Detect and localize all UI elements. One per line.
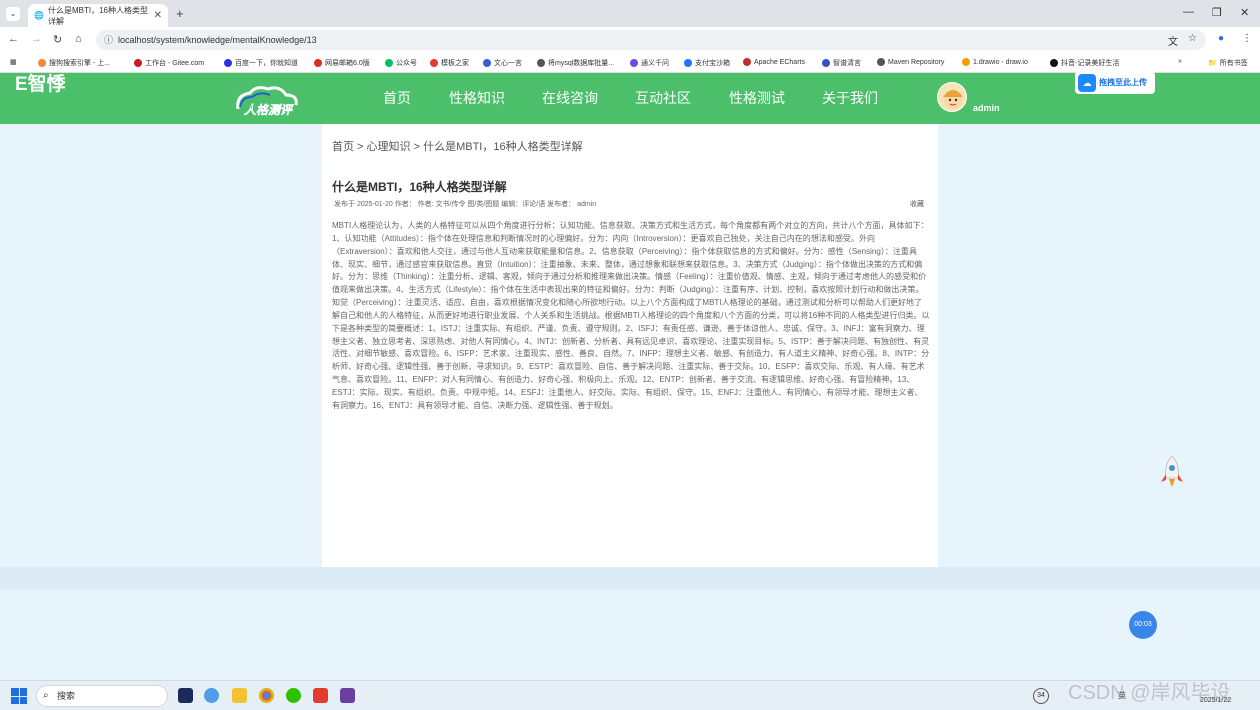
watermark: CSDN @岸风毕设: [1068, 682, 1231, 704]
bookmark-item[interactable]: 搜狗搜索引擎 - 上...: [38, 58, 110, 68]
file-explorer-icon[interactable]: [232, 688, 247, 703]
close-window-icon[interactable]: ✕: [1240, 6, 1249, 19]
edge-icon[interactable]: [204, 688, 219, 703]
search-icon: ⌕: [43, 690, 49, 701]
back-icon[interactable]: ←: [8, 33, 19, 45]
bookmark-item[interactable]: Apache ECharts: [743, 58, 805, 66]
address-toolbar: ← → ↻ ⌂ ⓘ localhost/system/knowledge/men…: [0, 27, 1260, 53]
timer-badge[interactable]: 00:03: [1129, 611, 1157, 639]
bookmark-item[interactable]: 智谱清言: [822, 58, 861, 68]
nav-home[interactable]: 首页: [383, 88, 411, 108]
browser-tab-bar: ⌄ 🌐 什么是MBTI，16种人格类型详解 ✕ + — ❐ ✕: [0, 0, 1260, 27]
bookmark-item[interactable]: 百度一下，你就知道: [224, 58, 298, 68]
home-icon[interactable]: ⌂: [75, 33, 82, 45]
globe-icon: 🌐: [34, 11, 44, 20]
nav-about[interactable]: 关于我们: [822, 88, 878, 108]
upload-widget[interactable]: ☁ 拖拽至此上传: [1075, 71, 1155, 94]
username[interactable]: admin: [973, 103, 1000, 113]
bookmark-item[interactable]: 抖音-记录美好生活: [1050, 58, 1119, 68]
all-bookmarks[interactable]: 📁 所有书签: [1208, 58, 1248, 68]
browser-tab[interactable]: 🌐 什么是MBTI，16种人格类型详解 ✕: [28, 4, 168, 27]
photoshop-icon[interactable]: [178, 688, 193, 703]
minimize-icon[interactable]: —: [1183, 6, 1194, 18]
bookmark-item[interactable]: 工作台 - Gitee.com: [134, 58, 204, 68]
bookmark-item[interactable]: 将mysql数据库批量...: [537, 58, 614, 68]
article-body: MBTI人格理论认为，人类的人格特征可以从四个角度进行分析：认知功能、信息获取、…: [332, 221, 930, 410]
profile-icon[interactable]: ●: [1218, 33, 1224, 44]
url-text: localhost/system/knowledge/mentalKnowled…: [118, 35, 317, 45]
bookmark-item[interactable]: 支付宝沙箱: [684, 58, 730, 68]
close-tab-icon[interactable]: ✕: [154, 10, 162, 21]
nav-personality-test[interactable]: 性格测试: [729, 88, 785, 108]
forward-icon[interactable]: →: [31, 33, 42, 45]
star-icon[interactable]: ☆: [1188, 33, 1197, 44]
avatar[interactable]: [937, 82, 967, 112]
upload-label: 拖拽至此上传: [1099, 78, 1147, 87]
article-title: 什么是MBTI，16种人格类型详解: [332, 180, 507, 194]
back-to-top-rocket-icon[interactable]: [1157, 452, 1187, 492]
bookmark-item[interactable]: Maven Repository: [877, 58, 944, 66]
nav-community[interactable]: 互动社区: [635, 88, 691, 108]
tray-badge[interactable]: 34: [1033, 688, 1049, 704]
site-logo[interactable]: 人格测评: [232, 83, 318, 117]
reload-icon[interactable]: ↻: [53, 33, 62, 46]
article-meta: 发布于 2025-01-20 作者： 作者: 文书/传令 图/类/图题 编辑：评…: [334, 201, 597, 208]
bookmark-item[interactable]: 通义千问: [630, 58, 669, 68]
cloud-upload-icon: ☁: [1078, 73, 1096, 92]
site-info-icon[interactable]: ⓘ: [104, 30, 113, 50]
breadcrumb[interactable]: 首页 > 心理知识 > 什么是MBTI，16种人格类型详解: [332, 138, 583, 154]
menu-icon[interactable]: ⋮: [1242, 33, 1252, 44]
bookmark-item[interactable]: 1.drawio - draw.io: [962, 58, 1028, 66]
bookmark-item[interactable]: 文心一言: [483, 58, 522, 68]
app-icon[interactable]: [340, 688, 355, 703]
article-card: 首页 > 心理知识 > 什么是MBTI，16种人格类型详解 什么是MBTI，16…: [322, 124, 938, 567]
wechat-icon[interactable]: [286, 688, 301, 703]
bookmark-item[interactable]: 网易邮箱6.0版: [314, 58, 370, 68]
new-tab-icon[interactable]: +: [176, 6, 184, 21]
brand-name: E智悸: [15, 74, 66, 95]
nav-online-consult[interactable]: 在线咨询: [542, 88, 598, 108]
tab-list-icon[interactable]: ⌄: [6, 7, 20, 21]
url-input[interactable]: ⓘ localhost/system/knowledge/mentalKnowl…: [96, 30, 1206, 50]
footer-band: [0, 567, 1260, 589]
tab-title: 什么是MBTI，16种人格类型详解: [47, 5, 148, 26]
bookmark-item[interactable]: 模板之家: [430, 58, 469, 68]
chrome-icon[interactable]: [259, 688, 274, 703]
search-label: 搜索: [57, 691, 76, 701]
maximize-icon[interactable]: ❐: [1212, 6, 1222, 19]
wps-icon[interactable]: [313, 688, 328, 703]
more-bookmarks-icon[interactable]: »: [1178, 58, 1182, 65]
bookmarks-bar: ▦ 搜狗搜索引擎 - 上... 工作台 - Gitee.com 百度一下，你就知…: [0, 53, 1260, 73]
logo-text: 人格测评: [244, 103, 293, 117]
translate-icon[interactable]: 文: [1168, 33, 1178, 48]
site-header: E智悸 人格测评 首页 性格知识 在线咨询 互动社区 性格测试 关于我们 adm…: [0, 71, 1260, 124]
windows-start-icon[interactable]: [11, 688, 27, 704]
bookmark-item[interactable]: 公众号: [385, 58, 417, 68]
nav-personality-knowledge[interactable]: 性格知识: [449, 88, 505, 108]
taskbar-search[interactable]: ⌕ 搜索: [36, 685, 168, 707]
favorite-button[interactable]: 收藏: [910, 199, 924, 209]
apps-icon[interactable]: ▦: [10, 58, 17, 66]
